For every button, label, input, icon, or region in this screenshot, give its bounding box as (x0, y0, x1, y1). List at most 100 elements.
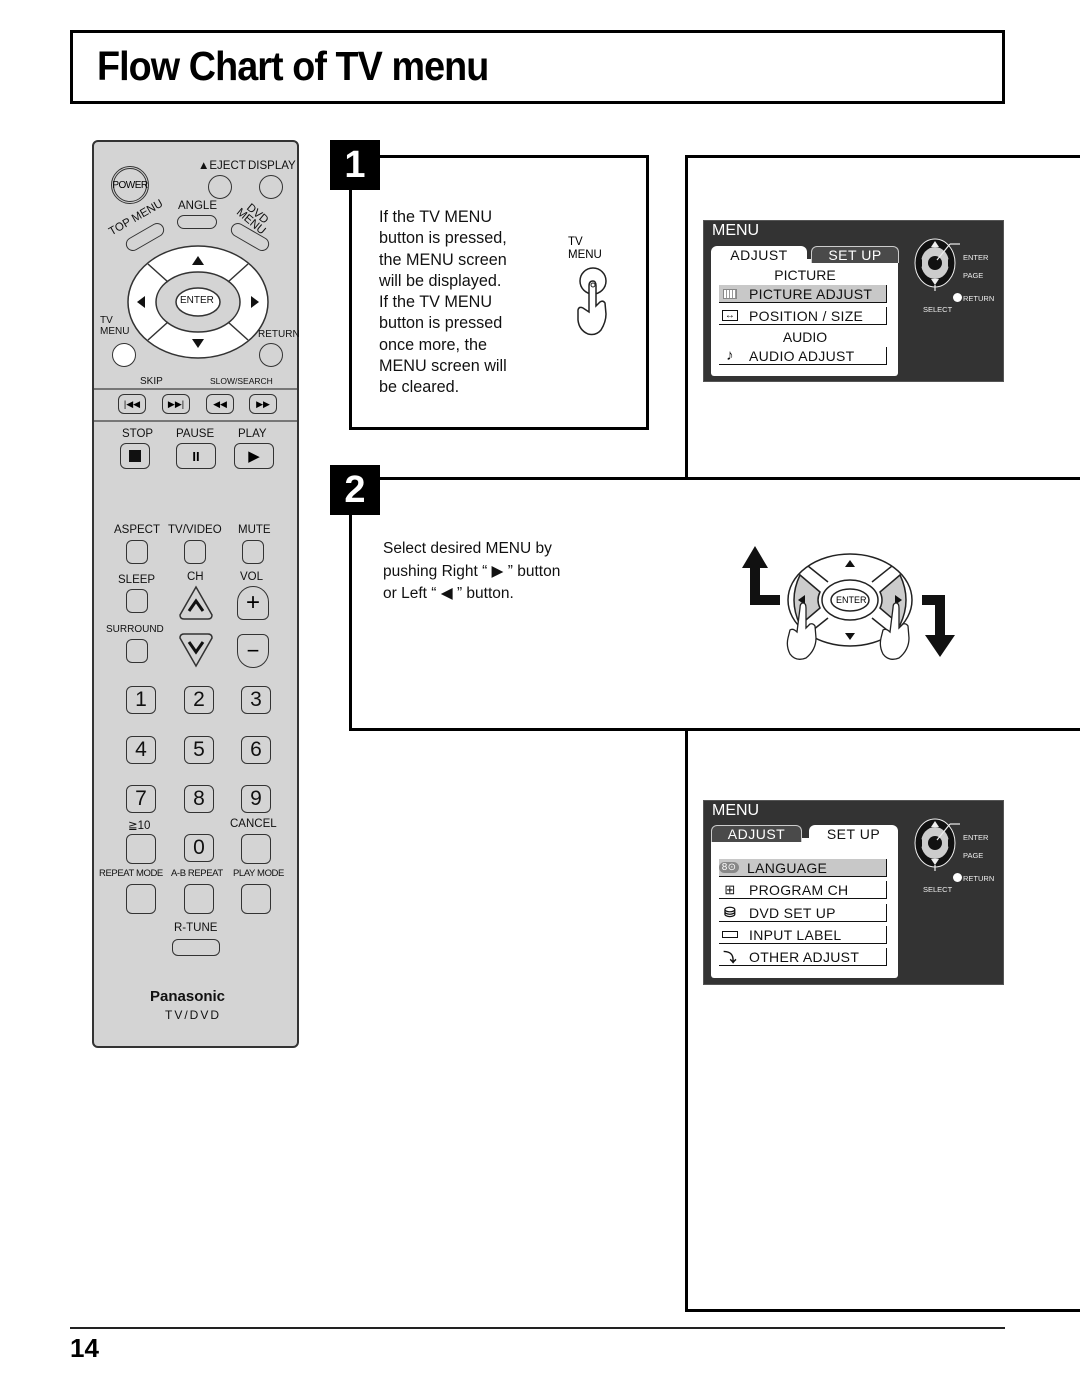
power-button[interactable]: POWER (111, 166, 149, 204)
repeat-mode-button[interactable] (126, 884, 156, 914)
channel-up-button[interactable] (178, 585, 214, 621)
enter-button[interactable]: ENTER (180, 295, 214, 306)
vol-label: VOL (240, 571, 264, 583)
return-button[interactable] (259, 343, 283, 367)
music-note-icon: ♪ (726, 347, 734, 364)
step1-text: If the TV MENU button is pressed, the ME… (379, 208, 507, 397)
frame-bottom-right (685, 1309, 1080, 1312)
step1-box-right (646, 155, 649, 430)
legend-page: PAGE (963, 271, 984, 280)
frame-top-right (685, 155, 1080, 158)
step1-box-top (349, 155, 649, 158)
legend-page: PAGE (963, 851, 984, 860)
sleep-button[interactable] (126, 589, 148, 613)
power-label: POWER (112, 179, 148, 191)
channel-down-button[interactable] (178, 632, 214, 668)
angle-button[interactable] (177, 215, 217, 229)
other-adjust-icon: ⤵ (723, 950, 737, 965)
title-box: Flow Chart of TV menu (70, 30, 1005, 104)
tv-menu-label: TV MENU (100, 315, 130, 337)
ch-label: CH (187, 571, 204, 583)
menu-item-audio-adjust[interactable]: ♪ AUDIO ADJUST (719, 347, 887, 365)
menu-item-picture-adjust[interactable]: PICTURE ADJUST (719, 285, 887, 303)
program-ch-icon: ⊞ (724, 881, 736, 897)
stop-icon (129, 450, 141, 462)
legend-enter: ENTER (963, 253, 989, 262)
play-icon: ▶ (248, 448, 260, 465)
tv-menu-button[interactable] (112, 343, 136, 367)
aspect-button[interactable] (126, 540, 148, 564)
footer-divider (70, 1327, 1005, 1329)
return-label: RETURN (258, 329, 300, 340)
fast-forward-icon: ▶▶ (256, 398, 270, 409)
pause-label: PAUSE (176, 428, 215, 440)
number-button-7[interactable]: 7 (126, 785, 156, 813)
skip-forward-icon: ▶▶| (167, 398, 185, 409)
remote-nav-legend: ENTER PAGE RETURN SELECT (912, 815, 1007, 905)
legend-enter: ENTER (963, 833, 989, 842)
display-button[interactable] (259, 175, 283, 199)
r-tune-button[interactable] (172, 939, 220, 956)
menu-panel: ADJUST SET UP 8⊙ LANGUAGE ⊞ PROGRAM CH ⛁… (711, 825, 898, 978)
rewind-button[interactable]: ◀◀ (206, 394, 234, 414)
play-mode-button[interactable] (241, 884, 271, 914)
r-tune-label: R-TUNE (174, 922, 218, 934)
ab-repeat-button[interactable] (184, 884, 214, 914)
stop-button[interactable] (120, 443, 150, 469)
menu-item-other-adjust[interactable]: ⤵ OTHER ADJUST (719, 948, 887, 966)
surround-label: SURROUND (106, 624, 164, 635)
legend-select: SELECT (923, 305, 953, 314)
menu-panel: ADJUST SET UP PICTURE PICTURE ADJUST ↔ P… (711, 246, 899, 376)
step1-box-bottom (349, 427, 649, 430)
eject-label: ▲EJECT (198, 160, 246, 172)
skip-back-button[interactable]: |◀◀ (118, 394, 146, 414)
step2-box-top (349, 477, 1080, 480)
skip-forward-button[interactable]: ▶▶| (162, 394, 190, 414)
tab-setup[interactable]: SET UP (811, 246, 899, 263)
ge10-button[interactable] (126, 834, 156, 864)
tv-menu-button-label: TV MENU (568, 236, 602, 261)
tab-adjust[interactable]: ADJUST (711, 246, 807, 263)
number-button-4[interactable]: 4 (126, 736, 156, 764)
angle-label: ANGLE (178, 200, 217, 212)
minus-icon: − (246, 638, 260, 663)
number-button-8[interactable]: 8 (184, 785, 214, 813)
menu-item-input-label[interactable]: INPUT LABEL (719, 926, 887, 944)
position-size-icon: ↔ (719, 310, 741, 321)
number-button-6[interactable]: 6 (241, 736, 271, 764)
number-button-2[interactable]: 2 (184, 686, 214, 714)
eject-button[interactable] (208, 175, 232, 199)
menu-item-language[interactable]: 8⊙ LANGUAGE (719, 859, 887, 877)
number-button-1[interactable]: 1 (126, 686, 156, 714)
volume-up-button[interactable]: + (237, 586, 269, 620)
step1-box-left (349, 155, 352, 430)
fast-forward-button[interactable]: ▶▶ (249, 394, 277, 414)
number-button-0[interactable]: 0 (184, 834, 214, 862)
mute-button[interactable] (242, 540, 264, 564)
tv-video-button[interactable] (184, 540, 206, 564)
number-button-5[interactable]: 5 (184, 736, 214, 764)
number-button-3[interactable]: 3 (241, 686, 271, 714)
page-number: 14 (70, 1333, 99, 1363)
skip-label: SKIP (140, 376, 163, 387)
tab-setup[interactable]: SET UP (809, 825, 898, 842)
tab-adjust[interactable]: ADJUST (711, 825, 802, 842)
return-dot-icon (953, 293, 962, 302)
nav-pad-icon (914, 818, 960, 871)
frame-left-lower (685, 728, 688, 1312)
menu-item-dvd-setup[interactable]: ⛁ DVD SET UP (719, 904, 887, 922)
legend-return: RETURN (963, 294, 995, 303)
repeat-mode-label: REPEAT MODE (99, 868, 163, 879)
menu-item-program-ch[interactable]: ⊞ PROGRAM CH (719, 881, 887, 899)
return-dot-icon (953, 873, 962, 882)
menu-item-position-size[interactable]: ↔ POSITION / SIZE (719, 307, 887, 325)
volume-down-button[interactable]: − (237, 634, 269, 668)
number-button-9[interactable]: 9 (241, 785, 271, 813)
play-button[interactable]: ▶ (234, 443, 274, 469)
cancel-button[interactable] (241, 834, 271, 864)
remote-control: POWER ▲EJECT DISPLAY ANGLE TOP MENU DVD … (92, 140, 300, 1048)
pause-icon: II (192, 448, 200, 464)
surround-button[interactable] (126, 639, 148, 663)
dvd-setup-icon: ⛁ (723, 904, 737, 920)
pause-button[interactable]: II (176, 443, 216, 469)
